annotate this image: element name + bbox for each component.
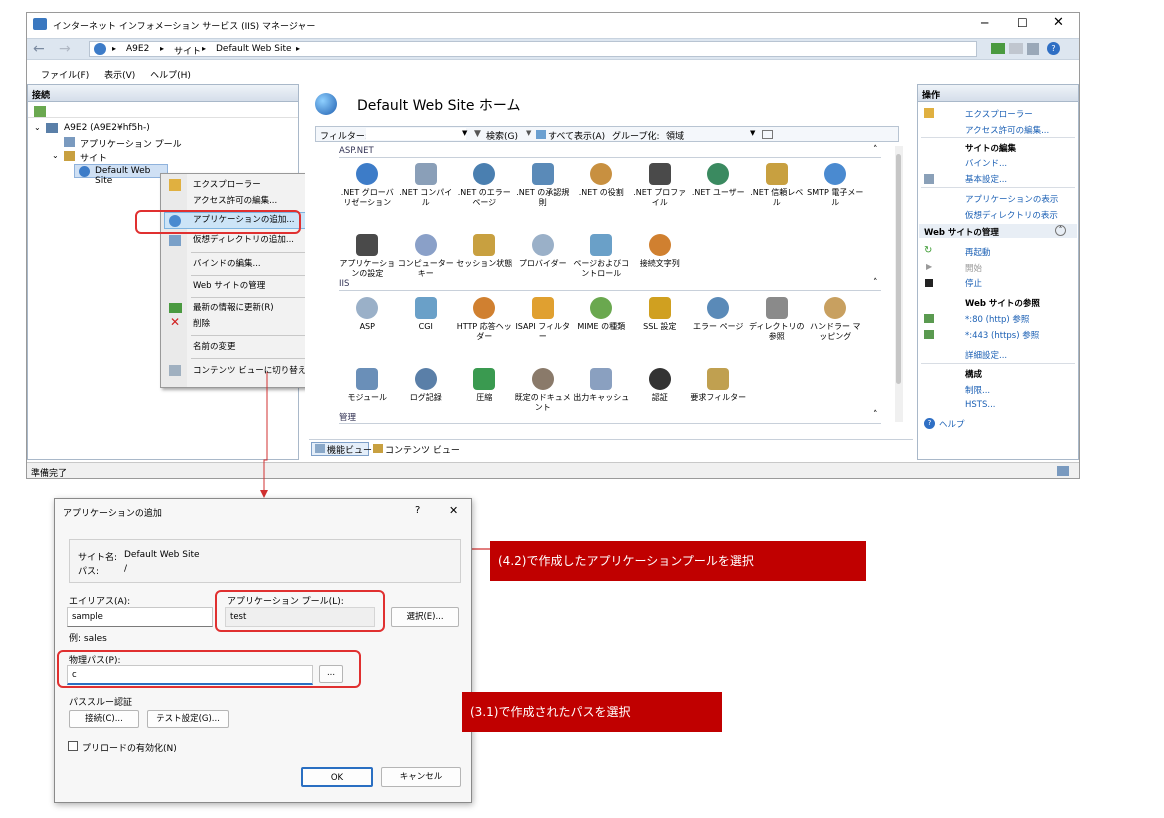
cancel-button[interactable]: キャンセル [381, 767, 461, 787]
dialog-help-button[interactable]: ? [415, 505, 420, 516]
alias-example: 例: sales [69, 634, 107, 644]
test-settings-button[interactable]: テスト設定(G)... [147, 710, 229, 728]
preload-label: プリロードの有効化(N) [82, 744, 177, 754]
dialog-title: アプリケーションの追加 [63, 509, 162, 519]
site-name-value: Default Web Site [124, 550, 200, 560]
dialog-close-button[interactable]: ✕ [449, 504, 458, 517]
highlight-physical-path [57, 650, 361, 688]
site-info-box: サイト名: Default Web Site パス: / [69, 539, 461, 583]
path-value: / [124, 564, 128, 574]
connect-as-button[interactable]: 接続(C)... [69, 710, 139, 728]
select-pool-button[interactable]: 選択(E)... [391, 607, 459, 627]
ok-button[interactable]: OK [301, 767, 373, 787]
alias-input[interactable]: sample [67, 607, 213, 627]
highlight-pool [215, 590, 385, 632]
pass-through-label: パススルー認証 [69, 698, 133, 708]
path-label: パス: [78, 567, 100, 577]
alias-label: エイリアス(A): [69, 597, 131, 607]
callout-path: (3.1)で作成されたパスを選択 [462, 692, 722, 732]
callout-pool: (4.2)で作成したアプリケーションプールを選択 [490, 541, 866, 581]
preload-checkbox[interactable] [68, 741, 78, 751]
site-name-label: サイト名: [78, 553, 118, 563]
